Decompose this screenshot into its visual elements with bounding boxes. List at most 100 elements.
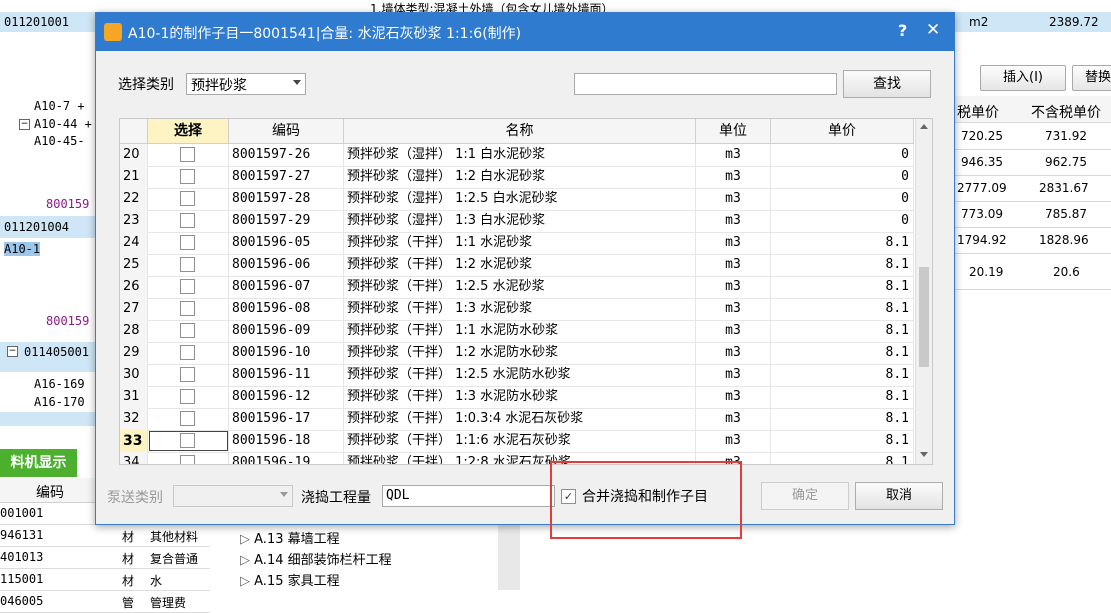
table-row[interactable]: 115001 材 水 <box>0 569 210 591</box>
select-cell[interactable] <box>148 430 229 452</box>
cell-unit: m3 <box>696 144 771 166</box>
tree-item[interactable]: A16-169 <box>34 377 85 391</box>
code-row-3[interactable]: − 011405001 <box>0 342 95 372</box>
table-row[interactable]: 29 8001596-10 预拌砂浆（干拌） 1:2 水泥防水砂浆 m3 8.1 <box>120 342 914 365</box>
expand-icon[interactable]: ▷ <box>240 574 254 589</box>
material-code-link[interactable]: 800159 <box>46 314 89 328</box>
table-row[interactable]: 046005 管 管理费 <box>0 591 210 613</box>
expand-icon[interactable]: ▷ <box>240 553 254 568</box>
row-checkbox[interactable] <box>180 169 195 184</box>
tree-node[interactable]: ▷ A.13 幕墙工程 <box>240 528 392 549</box>
search-input[interactable] <box>574 73 837 95</box>
select-cell[interactable] <box>148 254 229 276</box>
column-header-unit[interactable]: 单位 <box>696 119 771 144</box>
close-icon[interactable]: ✕ <box>926 20 940 40</box>
table-row[interactable]: 31 8001596-12 预拌砂浆（干拌） 1:3 水泥防水砂浆 m3 8.1 <box>120 386 914 409</box>
merge-label[interactable]: 合并浇捣和制作子目 <box>582 486 708 506</box>
material-code-link[interactable]: 800159 <box>46 197 89 211</box>
row-checkbox[interactable] <box>180 213 195 228</box>
cancel-button[interactable]: 取消 <box>855 482 943 510</box>
table-row[interactable]: 25 8001596-06 预拌砂浆（干拌） 1:2 水泥砂浆 m3 8.1 <box>120 254 914 277</box>
category-select[interactable]: 预拌砂浆 <box>186 73 306 95</box>
select-cell[interactable] <box>148 276 229 298</box>
tree-node[interactable]: ▷ A.14 细部装饰栏杆工程 <box>240 549 392 570</box>
table-row[interactable]: 28 8001596-09 预拌砂浆（干拌） 1:1 水泥防水砂浆 m3 8.1 <box>120 320 914 343</box>
row-checkbox[interactable] <box>180 433 195 448</box>
code-row-1[interactable]: 011201001 <box>0 12 95 32</box>
table-row[interactable]: 946131 材 其他材料 <box>0 525 210 547</box>
cell: 401013 <box>0 550 44 564</box>
row-checkbox[interactable] <box>180 389 195 404</box>
table-row[interactable]: 26 8001596-07 预拌砂浆（干拌） 1:2.5 水泥砂浆 m3 8.1 <box>120 276 914 299</box>
find-button[interactable]: 查找 <box>843 70 931 98</box>
table-row[interactable]: 24 8001596-05 预拌砂浆（干拌） 1:1 水泥砂浆 m3 8.1 <box>120 232 914 255</box>
row-number: 34 <box>120 452 148 464</box>
row-number: 27 <box>120 298 148 320</box>
select-cell[interactable] <box>148 232 229 254</box>
tree-scrollbar[interactable] <box>498 523 520 590</box>
table-row[interactable]: 23 8001597-29 预拌砂浆（湿拌） 1:3 白水泥砂浆 m3 0 <box>120 210 914 233</box>
code-row-2[interactable]: 011201004 <box>0 216 95 238</box>
table-row[interactable]: 34 8001596-19 预拌砂浆（干拌） 1:2:8 水泥石灰砂浆 m3 8.1 <box>120 452 914 464</box>
select-cell[interactable] <box>148 386 229 408</box>
tree-item[interactable]: A10-44 + <box>34 117 92 131</box>
help-icon[interactable]: ? <box>898 21 907 40</box>
select-cell[interactable] <box>148 408 229 430</box>
pump-type-select[interactable] <box>173 485 293 507</box>
scroll-down-icon[interactable] <box>920 452 928 457</box>
select-cell[interactable] <box>148 144 229 166</box>
row-checkbox[interactable] <box>180 345 195 360</box>
column-header-select[interactable]: 选择 <box>148 119 229 144</box>
collapse-icon[interactable]: − <box>7 346 18 357</box>
select-cell[interactable] <box>148 210 229 232</box>
table-row[interactable]: 27 8001596-08 预拌砂浆（干拌） 1:3 水泥砂浆 m3 8.1 <box>120 298 914 321</box>
row-checkbox[interactable] <box>180 191 195 206</box>
row-checkbox[interactable] <box>180 455 195 464</box>
pour-quantity-field[interactable]: QDL <box>382 485 555 507</box>
table-row[interactable]: 30 8001596-11 预拌砂浆（干拌） 1:2.5 水泥防水砂浆 m3 8.1 <box>120 364 914 387</box>
tree-item[interactable]: A10-45- <box>34 134 85 148</box>
select-cell[interactable] <box>148 166 229 188</box>
row-checkbox[interactable] <box>180 235 195 250</box>
mortar-table: 选择 编码 名称 单位 单价 20 8001597-26 预拌砂浆（湿拌） 1:1 … <box>119 118 933 465</box>
column-header-code[interactable]: 编码 <box>229 119 344 144</box>
scroll-up-icon[interactable] <box>920 124 928 129</box>
row-checkbox[interactable] <box>180 301 195 316</box>
select-cell[interactable] <box>148 298 229 320</box>
insert-button[interactable]: 插入(I) <box>980 65 1066 91</box>
right-grid-row: 1794.92 1828.96 <box>955 227 1111 254</box>
collapse-icon[interactable]: − <box>19 119 30 130</box>
table-row[interactable]: 21 8001597-27 预拌砂浆（湿拌） 1:2 白水泥砂浆 m3 0 <box>120 166 914 189</box>
select-cell[interactable] <box>148 364 229 386</box>
row-checkbox[interactable] <box>180 323 195 338</box>
selected-item[interactable]: A10-1 <box>4 242 41 256</box>
select-cell[interactable] <box>148 342 229 364</box>
row-checkbox[interactable] <box>180 147 195 162</box>
table-row[interactable]: 32 8001596-17 预拌砂浆（干拌） 1:0.3:4 水泥石灰砂浆 m3 8.1 <box>120 408 914 431</box>
column-header-name[interactable]: 名称 <box>344 119 696 144</box>
expand-icon[interactable]: ▷ <box>240 532 254 547</box>
row-checkbox[interactable] <box>180 279 195 294</box>
row-checkbox[interactable] <box>180 367 195 382</box>
tree-item[interactable]: A10-7 + <box>34 99 85 113</box>
select-cell[interactable] <box>148 188 229 210</box>
replace-button[interactable]: 替换 <box>1072 65 1111 91</box>
row-checkbox[interactable] <box>180 257 195 272</box>
tree-node[interactable]: ▷ A.15 家具工程 <box>240 570 392 591</box>
material-display-tab[interactable]: 料机显示 <box>0 449 77 477</box>
table-row[interactable]: 22 8001597-28 预拌砂浆（湿拌） 1:2.5 白水泥砂浆 m3 0 <box>120 188 914 211</box>
table-row[interactable]: 20 8001597-26 预拌砂浆（湿拌） 1:1 白水泥砂浆 m3 0 <box>120 144 914 167</box>
table-scrollbar[interactable] <box>915 119 932 464</box>
table-row[interactable]: 401013 材 复合普通 <box>0 547 210 569</box>
ok-button[interactable]: 确定 <box>761 482 849 510</box>
dialog-titlebar[interactable]: A10-1的制作子目一8001541|合量: 水泥石灰砂浆 1:1:6(制作) … <box>96 13 954 51</box>
scroll-thumb[interactable] <box>919 267 929 367</box>
select-cell[interactable] <box>148 320 229 342</box>
select-cell[interactable] <box>148 452 229 464</box>
cell-unit: m3 <box>696 408 771 430</box>
tree-item[interactable]: A16-170 <box>34 395 85 409</box>
table-row[interactable]: 33 8001596-18 预拌砂浆（干拌） 1:1:6 水泥石灰砂浆 m3 8.1 <box>120 430 914 453</box>
row-checkbox[interactable] <box>180 411 195 426</box>
merge-checkbox[interactable]: ✓ <box>561 489 576 504</box>
column-header-price[interactable]: 单价 <box>771 119 914 144</box>
